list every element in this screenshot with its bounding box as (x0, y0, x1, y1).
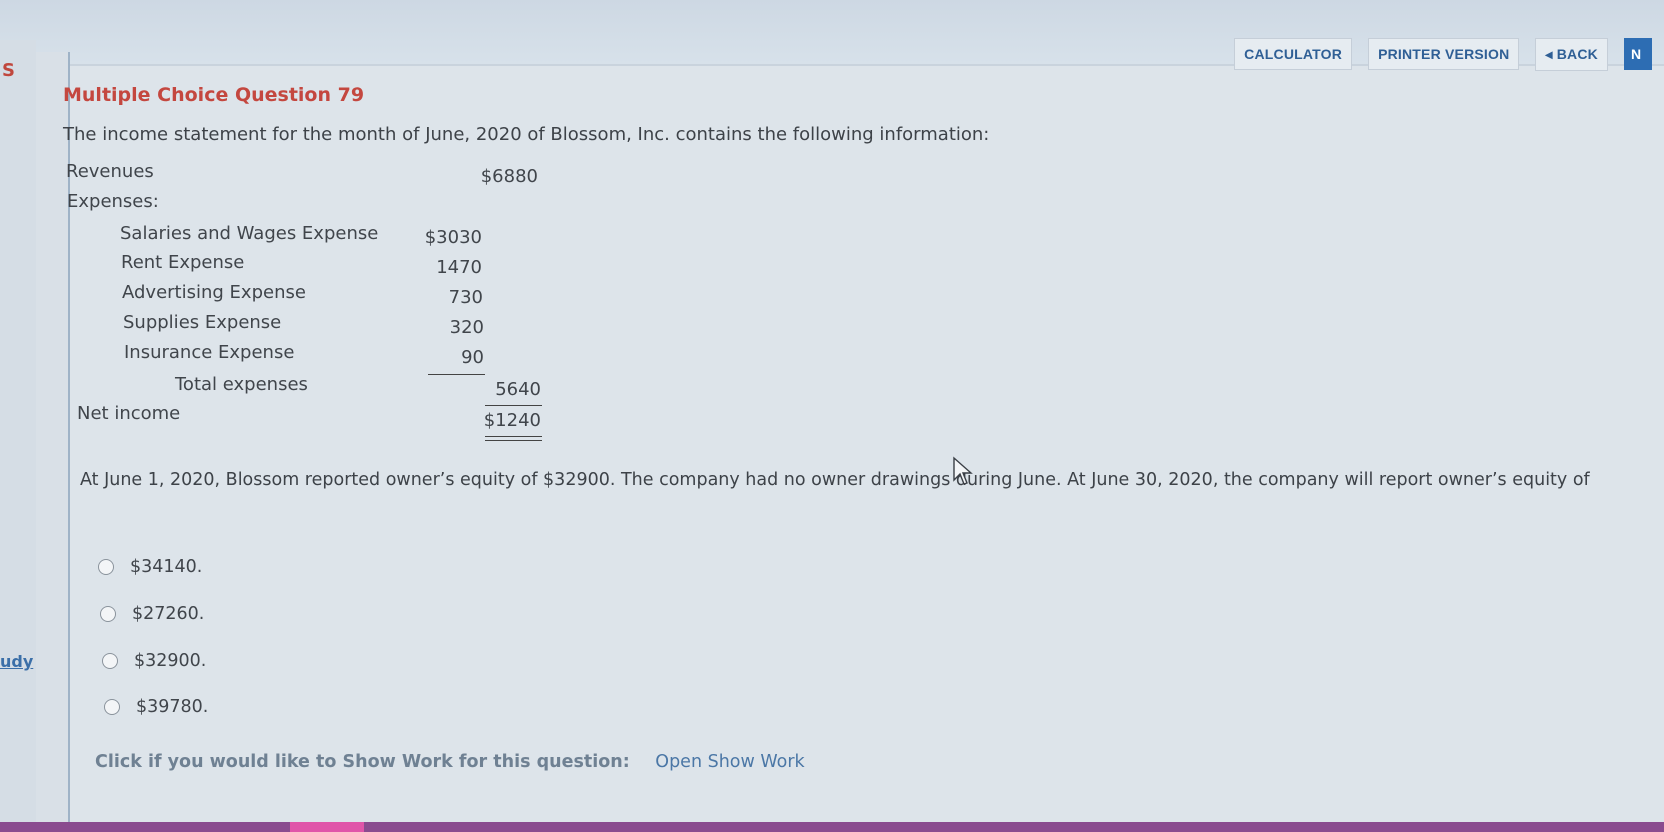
back-button[interactable]: ◂ BACK (1535, 37, 1608, 71)
expense-value-supplies: 320 (449, 317, 484, 338)
net-income-double-rule-2 (485, 440, 542, 441)
total-expenses-value: 5640 (495, 379, 541, 400)
radio-icon[interactable] (100, 606, 116, 622)
answer-option-1[interactable]: $34140. (98, 557, 202, 577)
answer-option-4[interactable]: $39780. (104, 697, 208, 717)
net-income-top-rule (485, 405, 542, 406)
question-paragraph: At June 1, 2020, Blossom reported owner’… (80, 470, 1590, 490)
answer-option-label: $27260. (132, 604, 205, 624)
expenses-label: Expenses: (67, 191, 159, 212)
expense-label-rent: Rent Expense (121, 252, 245, 273)
chevron-left-icon: ◂ (1545, 45, 1553, 62)
toolbar: CALCULATOR PRINTER VERSION ◂ BACK N (1234, 37, 1652, 71)
answer-option-3[interactable]: $32900. (102, 651, 206, 671)
left-sidebar-strip: S udy (0, 40, 36, 832)
show-work-row: Click if you would like to Show Work for… (95, 752, 805, 772)
radio-icon[interactable] (98, 559, 114, 575)
printer-version-button[interactable]: PRINTER VERSION (1368, 38, 1520, 70)
total-expenses-label: Total expenses (175, 374, 308, 395)
expense-value-insurance: 90 (461, 347, 484, 368)
expense-label-supplies: Supplies Expense (123, 312, 282, 333)
expense-label-salaries: Salaries and Wages Expense (120, 223, 379, 244)
net-income-value: $1240 (483, 410, 541, 431)
panel-border (36, 52, 70, 832)
taskbar-active-item[interactable] (290, 822, 364, 832)
net-income-label: Net income (77, 403, 181, 424)
show-work-label: Click if you would like to Show Work for… (95, 752, 630, 772)
net-income-double-rule-1 (485, 436, 542, 437)
radio-icon[interactable] (104, 699, 120, 715)
next-button[interactable]: N (1624, 38, 1652, 70)
expense-label-insurance: Insurance Expense (124, 342, 295, 363)
taskbar (0, 822, 1664, 832)
subtotal-rule (428, 374, 485, 375)
question-panel (70, 66, 1664, 826)
answer-option-2[interactable]: $27260. (100, 604, 204, 624)
expense-value-rent: 1470 (436, 257, 482, 278)
question-title: Multiple Choice Question 79 (63, 84, 365, 106)
answer-option-label: $39780. (136, 697, 209, 717)
radio-icon[interactable] (102, 653, 118, 669)
sidebar-letter: S (2, 60, 15, 81)
revenues-value: $6880 (480, 166, 538, 187)
back-label: BACK (1556, 45, 1598, 62)
expense-value-advertising: 730 (448, 287, 483, 308)
revenues-label: Revenues (66, 161, 154, 182)
question-intro: The income statement for the month of Ju… (63, 124, 990, 145)
mouse-cursor-icon (953, 456, 973, 485)
open-show-work-link[interactable]: Open Show Work (655, 752, 804, 772)
sidebar-study-link[interactable]: udy (0, 652, 33, 671)
answer-option-label: $34140. (130, 557, 203, 577)
answer-option-label: $32900. (134, 651, 207, 671)
expense-label-advertising: Advertising Expense (122, 282, 306, 303)
expense-value-salaries: $3030 (424, 227, 482, 248)
calculator-button[interactable]: CALCULATOR (1234, 38, 1353, 70)
